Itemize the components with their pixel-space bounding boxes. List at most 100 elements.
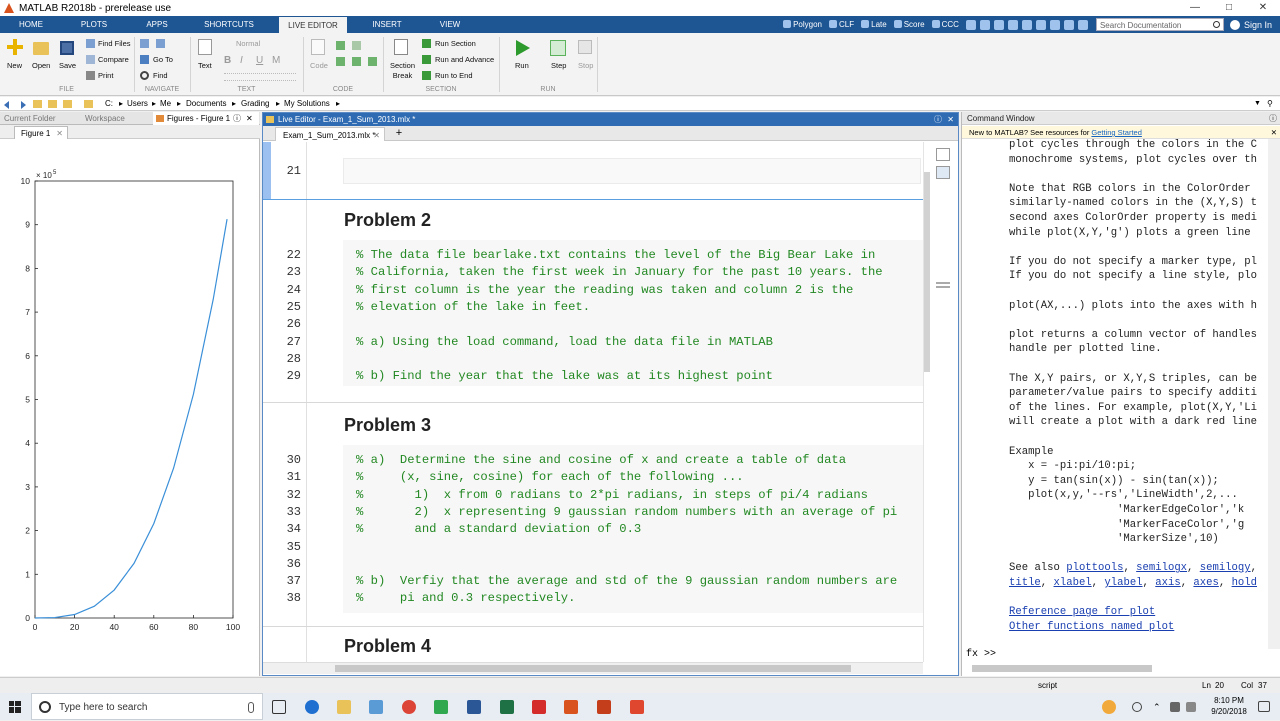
horizontal-scrollbar[interactable] bbox=[263, 662, 923, 674]
run-to-end-button[interactable]: Run to End bbox=[435, 71, 473, 80]
sign-in-link[interactable]: Sign In bbox=[1244, 20, 1272, 30]
code-comment-line[interactable]: % and a standard deviation of 0.3 bbox=[356, 522, 641, 536]
section-break-button[interactable]: Section Break bbox=[390, 61, 415, 81]
style-dropdown[interactable]: Normal bbox=[236, 39, 260, 48]
figures-undock-icon[interactable]: ⓘ bbox=[233, 112, 241, 125]
code-comment-line[interactable]: % first column is the year the reading w… bbox=[356, 283, 853, 297]
problem-3-heading[interactable]: Problem 3 bbox=[344, 415, 431, 436]
excel-icon[interactable] bbox=[500, 700, 514, 714]
quick-clf-button[interactable]: CLF bbox=[829, 20, 854, 29]
code-comment-line[interactable]: % a) Using the load command, load the da… bbox=[356, 335, 773, 349]
command-window-menu-icon[interactable]: ⓘ bbox=[1269, 112, 1277, 125]
print-button[interactable]: Print bbox=[98, 71, 113, 80]
action-center-icon[interactable] bbox=[1258, 701, 1270, 712]
tab-insert[interactable]: INSERT bbox=[362, 16, 412, 33]
volume-icon[interactable] bbox=[1186, 702, 1196, 712]
run-button[interactable]: Run bbox=[515, 61, 529, 70]
search-documentation-input[interactable]: Search Documentation bbox=[1095, 18, 1224, 31]
path-search-icon[interactable]: ⚲ bbox=[1267, 97, 1273, 111]
close-button[interactable]: ✕ bbox=[1246, 0, 1280, 16]
code-comment-line[interactable]: % elevation of the lake in feet. bbox=[356, 300, 590, 314]
switch-windows-icon[interactable] bbox=[1049, 19, 1060, 30]
tab-plots[interactable]: PLOTS bbox=[70, 16, 118, 33]
cut-quick-icon[interactable] bbox=[979, 19, 990, 30]
text-button[interactable]: Text bbox=[198, 61, 212, 70]
editor-close-icon[interactable]: ✕ bbox=[947, 113, 954, 126]
tab-figures[interactable]: Figures - Figure 1 bbox=[153, 112, 259, 125]
chrome-icon[interactable] bbox=[402, 700, 416, 714]
tab-workspace[interactable]: Workspace bbox=[85, 112, 125, 125]
people-icon[interactable] bbox=[1132, 702, 1142, 712]
help-tray-icon[interactable] bbox=[1102, 700, 1116, 714]
find-files-button[interactable]: Find Files bbox=[98, 39, 131, 48]
command-horizontal-scrollbar[interactable] bbox=[972, 665, 1152, 672]
code-comment-line[interactable]: % The data file bearlake.txt contains th… bbox=[356, 248, 875, 262]
save-button[interactable]: Save bbox=[59, 61, 76, 70]
see-also-link[interactable]: title bbox=[1009, 577, 1041, 589]
monospace-icon[interactable]: M bbox=[272, 55, 280, 66]
pdf-reader-icon[interactable] bbox=[532, 700, 546, 714]
figure-plot[interactable]: 0 20 40 60 80 100012345678910× 10 5 bbox=[0, 140, 259, 676]
tab-live-editor[interactable]: LIVE EDITOR bbox=[279, 17, 347, 33]
folder-history-icon[interactable] bbox=[63, 100, 72, 108]
tab-shortcuts[interactable]: SHORTCUTS bbox=[195, 16, 263, 33]
quick-polygon-button[interactable]: Polygon bbox=[783, 20, 822, 29]
code-comment-line[interactable]: % 1) x from 0 radians to 2*pi radians, i… bbox=[356, 488, 868, 502]
breadcrumb-grading[interactable]: Grading bbox=[241, 97, 269, 111]
figure-1-tab[interactable]: Figure 1 ✕ bbox=[14, 126, 68, 139]
help-icon[interactable] bbox=[1063, 19, 1074, 30]
empty-code-line[interactable] bbox=[343, 158, 921, 184]
quick-late-button[interactable]: Late bbox=[861, 20, 887, 29]
copy-quick-icon[interactable] bbox=[993, 19, 1004, 30]
see-also-link[interactable]: semilogx bbox=[1136, 562, 1187, 574]
browse-folder-icon[interactable] bbox=[48, 100, 57, 108]
undo-quick-icon[interactable] bbox=[1021, 19, 1032, 30]
clock[interactable]: 8:10 PM 9/20/2018 bbox=[1209, 695, 1249, 717]
scrollbar-thumb[interactable] bbox=[335, 665, 851, 672]
task-view-icon[interactable] bbox=[272, 700, 286, 714]
quick-ccc-button[interactable]: CCC bbox=[931, 20, 959, 29]
code-comment-line[interactable]: % pi and 0.3 respectively. bbox=[356, 591, 575, 605]
breadcrumb-my-solutions[interactable]: My Solutions bbox=[284, 97, 330, 111]
splitter-handle[interactable] bbox=[936, 282, 950, 288]
output-right-icon[interactable] bbox=[936, 166, 950, 179]
quick-score-button[interactable]: Score bbox=[893, 20, 925, 29]
code-comment-line[interactable]: % 2) x representing 9 gaussian random nu… bbox=[356, 505, 897, 519]
new-tab-icon[interactable]: + bbox=[391, 126, 407, 141]
notification-icon[interactable] bbox=[1229, 19, 1240, 30]
editor-undock-icon[interactable]: ⓘ bbox=[934, 113, 942, 126]
see-also-link[interactable]: xlabel bbox=[1054, 577, 1092, 589]
tab-apps[interactable]: APPS bbox=[134, 16, 180, 33]
code-comment-line[interactable]: % b) Verfiy that the average and std of … bbox=[356, 574, 897, 588]
forward-icon[interactable] bbox=[17, 100, 26, 109]
up-folder-icon[interactable] bbox=[33, 100, 42, 108]
matlab-taskbar-icon[interactable] bbox=[564, 700, 578, 714]
figures-close-icon[interactable]: ✕ bbox=[246, 112, 253, 125]
store-icon[interactable] bbox=[369, 700, 383, 714]
code-comment-line[interactable]: % (x, sine, cosine) for each of the foll… bbox=[356, 470, 744, 484]
output-inline-icon[interactable] bbox=[936, 148, 950, 161]
word-icon[interactable] bbox=[467, 700, 481, 714]
see-also-link[interactable]: semilogy bbox=[1200, 562, 1251, 574]
banner-close-icon[interactable]: ✕ bbox=[1271, 126, 1277, 139]
compare-button[interactable]: Compare bbox=[98, 55, 129, 64]
bold-icon[interactable]: B bbox=[224, 55, 231, 66]
goto-button[interactable]: Go To bbox=[153, 55, 173, 64]
code-comment-line[interactable]: % b) Find the year that the lake was at … bbox=[356, 369, 773, 383]
run-section-button[interactable]: Run Section bbox=[435, 39, 476, 48]
editor-content[interactable]: 21 Problem 2 22 % The data file bearlake.… bbox=[263, 142, 923, 662]
editor-file-tab[interactable]: Exam_1_Sum_2013.mlx * ✕ bbox=[275, 127, 385, 141]
doc-link[interactable]: Other functions named plot bbox=[1009, 621, 1174, 633]
command-vertical-scrollbar[interactable] bbox=[1268, 139, 1280, 649]
breadcrumb-documents[interactable]: Documents bbox=[186, 97, 226, 111]
run-advance-button[interactable]: Run and Advance bbox=[435, 55, 494, 64]
find-button[interactable]: Find bbox=[153, 71, 168, 80]
code-comment-line[interactable]: % California, taken the first week in Ja… bbox=[356, 265, 883, 279]
doc-link[interactable]: Reference page for plot bbox=[1009, 606, 1155, 618]
back-icon[interactable] bbox=[4, 100, 13, 109]
vertical-scrollbar-thumb[interactable] bbox=[924, 172, 930, 372]
getting-started-link[interactable]: Getting Started bbox=[1091, 128, 1141, 137]
taskbar-search[interactable]: Type here to search bbox=[31, 693, 263, 720]
see-also-link[interactable]: ylabel bbox=[1104, 577, 1142, 589]
see-also-link[interactable]: hold bbox=[1232, 577, 1257, 589]
